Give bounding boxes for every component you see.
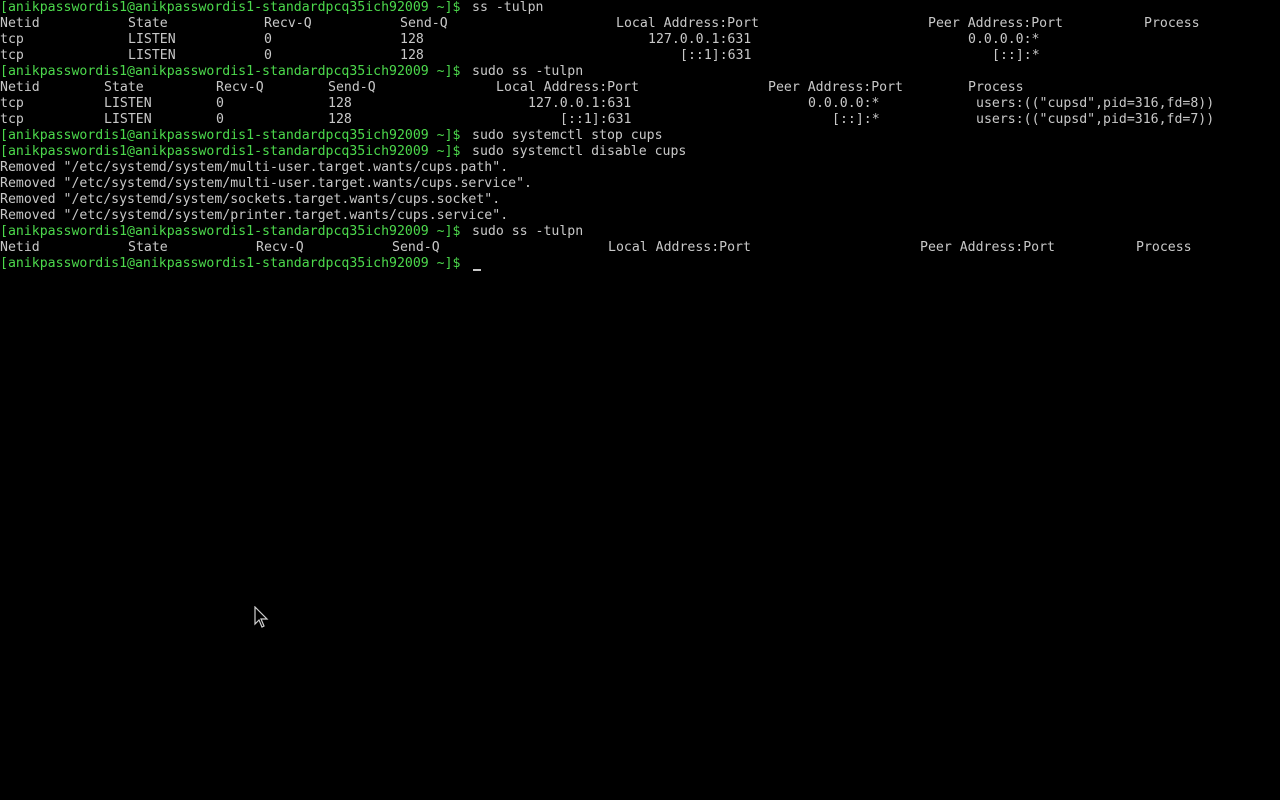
ss-row: tcp LISTEN 0 128 127.0.0.1:631 0.0.0.0:* [0, 32, 1280, 48]
cell-recvq: 0 [264, 48, 272, 63]
col-sendq-header: Send-Q [400, 16, 448, 31]
col-peer-header: Peer Address:Port [928, 16, 1063, 31]
cell-netid: tcp [0, 48, 24, 63]
col-netid-header: Netid [0, 240, 40, 255]
ss-header-row: Netid State Recv-Q Send-Q Local Address:… [0, 240, 1280, 256]
cell-netid: tcp [0, 112, 24, 127]
cell-local: [::1]:631 [680, 48, 752, 63]
text-cursor [473, 269, 481, 271]
col-sendq-header: Send-Q [328, 80, 376, 95]
cell-sendq: 128 [400, 48, 424, 63]
output-line: Removed "/etc/systemd/system/printer.tar… [0, 208, 1280, 224]
shell-prompt: [anikpasswordis1@anikpasswordis1-standar… [0, 144, 461, 159]
cell-local: 127.0.0.1:631 [528, 96, 632, 111]
cell-recvq: 0 [264, 32, 272, 47]
terminal-screen[interactable]: [anikpasswordis1@anikpasswordis1-standar… [0, 0, 1280, 800]
cell-local: [::1]:631 [560, 112, 632, 127]
cell-recvq: 0 [216, 96, 224, 111]
col-state-header: State [128, 16, 168, 31]
cell-peer: 0.0.0.0:* [808, 96, 880, 111]
mouse-pointer-icon [254, 606, 269, 628]
cell-peer: 0.0.0.0:* [968, 32, 1040, 47]
ss-header-row: Netid State Recv-Q Send-Q Local Address:… [0, 80, 1280, 96]
shell-prompt: [anikpasswordis1@anikpasswordis1-standar… [0, 64, 461, 79]
command-text: sudo ss -tulpn [472, 64, 584, 79]
command-text: sudo systemctl stop cups [472, 128, 663, 143]
col-peer-header: Peer Address:Port [768, 80, 903, 95]
prompt-line-5: [anikpasswordis1@anikpasswordis1-standar… [0, 224, 1280, 240]
command-text: sudo systemctl disable cups [472, 144, 687, 159]
cell-netid: tcp [0, 96, 24, 111]
shell-prompt: [anikpasswordis1@anikpasswordis1-standar… [0, 256, 461, 271]
output-line: Removed "/etc/systemd/system/multi-user.… [0, 176, 1280, 192]
col-local-header: Local Address:Port [608, 240, 751, 255]
cell-peer: [::]:* [832, 112, 880, 127]
cell-netid: tcp [0, 32, 24, 47]
prompt-line-2: [anikpasswordis1@anikpasswordis1-standar… [0, 64, 1280, 80]
ss-row: tcp LISTEN 0 128 [::1]:631 [::]:* users:… [0, 112, 1280, 128]
col-process-header: Process [1136, 240, 1192, 255]
ss-header-row: Netid State Recv-Q Send-Q Local Address:… [0, 16, 1280, 32]
col-state-header: State [128, 240, 168, 255]
cell-peer: [::]:* [992, 48, 1040, 63]
output-line: Removed "/etc/systemd/system/sockets.tar… [0, 192, 1280, 208]
command-text: sudo ss -tulpn [472, 224, 584, 239]
cell-sendq: 128 [328, 112, 352, 127]
cell-state: LISTEN [104, 112, 152, 127]
cell-state: LISTEN [128, 32, 176, 47]
active-prompt-line[interactable]: [anikpasswordis1@anikpasswordis1-standar… [0, 256, 1280, 272]
prompt-line-4: [anikpasswordis1@anikpasswordis1-standar… [0, 144, 1280, 160]
shell-prompt: [anikpasswordis1@anikpasswordis1-standar… [0, 224, 461, 239]
output-text: Removed "/etc/systemd/system/multi-user.… [0, 160, 509, 175]
col-peer-header: Peer Address:Port [920, 240, 1055, 255]
output-text: Removed "/etc/systemd/system/sockets.tar… [0, 192, 501, 207]
cell-sendq: 128 [400, 32, 424, 47]
col-netid-header: Netid [0, 16, 40, 31]
cell-process: users:(("cupsd",pid=316,fd=8)) [976, 96, 1215, 111]
prompt-line-3: [anikpasswordis1@anikpasswordis1-standar… [0, 128, 1280, 144]
ss-row: tcp LISTEN 0 128 127.0.0.1:631 0.0.0.0:*… [0, 96, 1280, 112]
output-line: Removed "/etc/systemd/system/multi-user.… [0, 160, 1280, 176]
col-local-header: Local Address:Port [496, 80, 639, 95]
prompt-line-1: [anikpasswordis1@anikpasswordis1-standar… [0, 0, 1280, 16]
shell-prompt: [anikpasswordis1@anikpasswordis1-standar… [0, 128, 461, 143]
cell-local: 127.0.0.1:631 [648, 32, 752, 47]
output-text: Removed "/etc/systemd/system/printer.tar… [0, 208, 509, 223]
cell-state: LISTEN [128, 48, 176, 63]
col-netid-header: Netid [0, 80, 40, 95]
cell-state: LISTEN [104, 96, 152, 111]
col-state-header: State [104, 80, 144, 95]
cell-recvq: 0 [216, 112, 224, 127]
col-recvq-header: Recv-Q [264, 16, 312, 31]
col-process-header: Process [968, 80, 1024, 95]
cell-process: users:(("cupsd",pid=316,fd=7)) [976, 112, 1215, 127]
col-recvq-header: Recv-Q [256, 240, 304, 255]
command-text: ss -tulpn [472, 0, 544, 15]
cell-sendq: 128 [328, 96, 352, 111]
col-sendq-header: Send-Q [392, 240, 440, 255]
col-process-header: Process [1144, 16, 1200, 31]
output-text: Removed "/etc/systemd/system/multi-user.… [0, 176, 532, 191]
ss-row: tcp LISTEN 0 128 [::1]:631 [::]:* [0, 48, 1280, 64]
col-recvq-header: Recv-Q [216, 80, 264, 95]
col-local-header: Local Address:Port [616, 16, 759, 31]
shell-prompt: [anikpasswordis1@anikpasswordis1-standar… [0, 0, 461, 15]
